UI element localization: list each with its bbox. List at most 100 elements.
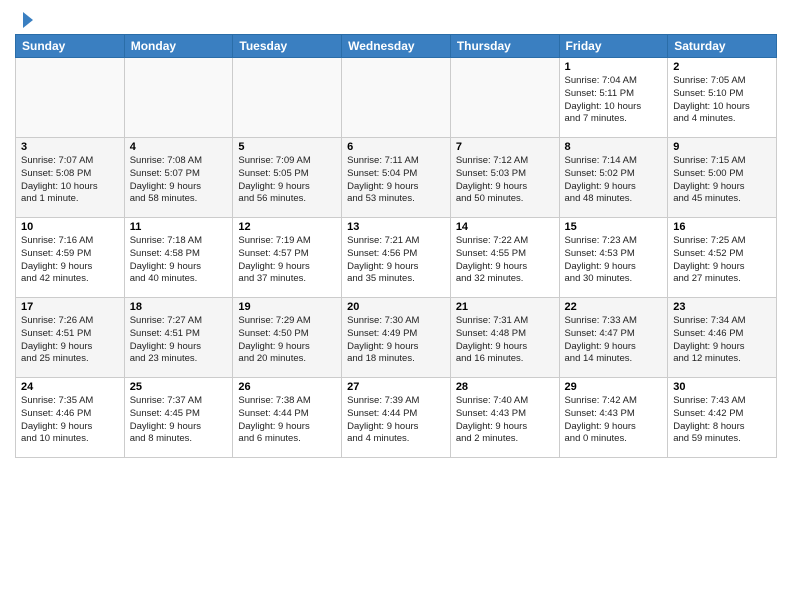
calendar-cell: 7 Sunrise: 7:12 AM Sunset: 5:03 PM Daylig… xyxy=(450,138,559,218)
day-info: Sunrise: 7:38 AM Sunset: 4:44 PM Dayligh… xyxy=(238,395,336,446)
calendar-week-row: 24 Sunrise: 7:35 AM Sunset: 4:46 PM Dayli… xyxy=(16,378,777,458)
calendar-cell: 14 Sunrise: 7:22 AM Sunset: 4:55 PM Dayli… xyxy=(450,218,559,298)
day-number: 3 xyxy=(21,141,119,153)
calendar-cell: 15Sunrise: 7:23 AM Sunset: 4:53 PM Dayli… xyxy=(559,218,668,298)
logo-triangle-icon xyxy=(15,10,35,30)
day-number: 10 xyxy=(21,221,119,233)
calendar-header-tuesday: Tuesday xyxy=(233,35,342,58)
day-number: 26 xyxy=(238,381,336,393)
day-number: 21 xyxy=(456,301,554,313)
calendar-cell: 21 Sunrise: 7:31 AM Sunset: 4:48 PM Dayli… xyxy=(450,298,559,378)
calendar-header-thursday: Thursday xyxy=(450,35,559,58)
calendar-cell xyxy=(16,58,125,138)
day-info: Sunrise: 7:26 AM Sunset: 4:51 PM Dayligh… xyxy=(21,315,119,366)
day-number: 23 xyxy=(673,301,771,313)
calendar-cell: 4 Sunrise: 7:08 AM Sunset: 5:07 PM Daylig… xyxy=(124,138,233,218)
day-number: 4 xyxy=(130,141,228,153)
calendar-week-row: 10 Sunrise: 7:16 AM Sunset: 4:59 PM Dayli… xyxy=(16,218,777,298)
calendar-week-row: 1Sunrise: 7:04 AM Sunset: 5:11 PM Daylig… xyxy=(16,58,777,138)
day-info: Sunrise: 7:08 AM Sunset: 5:07 PM Dayligh… xyxy=(130,155,228,206)
calendar-cell: 5 Sunrise: 7:09 AM Sunset: 5:05 PM Daylig… xyxy=(233,138,342,218)
day-number: 16 xyxy=(673,221,771,233)
day-info: Sunrise: 7:07 AM Sunset: 5:08 PM Dayligh… xyxy=(21,155,119,206)
day-info: Sunrise: 7:27 AM Sunset: 4:51 PM Dayligh… xyxy=(130,315,228,366)
calendar-header-monday: Monday xyxy=(124,35,233,58)
calendar-header-saturday: Saturday xyxy=(668,35,777,58)
calendar-header-wednesday: Wednesday xyxy=(342,35,451,58)
day-number: 11 xyxy=(130,221,228,233)
day-number: 2 xyxy=(673,61,771,73)
logo xyxy=(15,10,35,26)
day-info: Sunrise: 7:12 AM Sunset: 5:03 PM Dayligh… xyxy=(456,155,554,206)
calendar-header-row: SundayMondayTuesdayWednesdayThursdayFrid… xyxy=(16,35,777,58)
calendar-cell: 29 Sunrise: 7:42 AM Sunset: 4:43 PM Dayli… xyxy=(559,378,668,458)
day-number: 8 xyxy=(565,141,663,153)
calendar-cell: 1Sunrise: 7:04 AM Sunset: 5:11 PM Daylig… xyxy=(559,58,668,138)
day-info: Sunrise: 7:04 AM Sunset: 5:11 PM Dayligh… xyxy=(565,75,663,126)
day-number: 20 xyxy=(347,301,445,313)
calendar-cell: 26 Sunrise: 7:38 AM Sunset: 4:44 PM Dayli… xyxy=(233,378,342,458)
day-number: 19 xyxy=(238,301,336,313)
day-info: Sunrise: 7:14 AM Sunset: 5:02 PM Dayligh… xyxy=(565,155,663,206)
day-number: 13 xyxy=(347,221,445,233)
day-info: Sunrise: 7:22 AM Sunset: 4:55 PM Dayligh… xyxy=(456,235,554,286)
day-info: Sunrise: 7:42 AM Sunset: 4:43 PM Dayligh… xyxy=(565,395,663,446)
calendar-cell xyxy=(124,58,233,138)
day-info: Sunrise: 7:16 AM Sunset: 4:59 PM Dayligh… xyxy=(21,235,119,286)
calendar-cell: 16 Sunrise: 7:25 AM Sunset: 4:52 PM Dayli… xyxy=(668,218,777,298)
day-number: 5 xyxy=(238,141,336,153)
calendar-cell: 11 Sunrise: 7:18 AM Sunset: 4:58 PM Dayli… xyxy=(124,218,233,298)
calendar-cell: 13 Sunrise: 7:21 AM Sunset: 4:56 PM Dayli… xyxy=(342,218,451,298)
day-number: 14 xyxy=(456,221,554,233)
calendar-cell: 12 Sunrise: 7:19 AM Sunset: 4:57 PM Dayli… xyxy=(233,218,342,298)
day-info: Sunrise: 7:21 AM Sunset: 4:56 PM Dayligh… xyxy=(347,235,445,286)
calendar-week-row: 17 Sunrise: 7:26 AM Sunset: 4:51 PM Dayli… xyxy=(16,298,777,378)
day-number: 17 xyxy=(21,301,119,313)
day-number: 22 xyxy=(565,301,663,313)
calendar-cell: 23 Sunrise: 7:34 AM Sunset: 4:46 PM Dayli… xyxy=(668,298,777,378)
header xyxy=(15,10,777,26)
day-info: Sunrise: 7:35 AM Sunset: 4:46 PM Dayligh… xyxy=(21,395,119,446)
calendar-header-friday: Friday xyxy=(559,35,668,58)
day-number: 24 xyxy=(21,381,119,393)
day-info: Sunrise: 7:40 AM Sunset: 4:43 PM Dayligh… xyxy=(456,395,554,446)
day-number: 29 xyxy=(565,381,663,393)
day-info: Sunrise: 7:43 AM Sunset: 4:42 PM Dayligh… xyxy=(673,395,771,446)
calendar-cell xyxy=(342,58,451,138)
day-number: 9 xyxy=(673,141,771,153)
calendar-cell: 20 Sunrise: 7:30 AM Sunset: 4:49 PM Dayli… xyxy=(342,298,451,378)
calendar-cell: 6 Sunrise: 7:11 AM Sunset: 5:04 PM Daylig… xyxy=(342,138,451,218)
day-number: 27 xyxy=(347,381,445,393)
day-info: Sunrise: 7:39 AM Sunset: 4:44 PM Dayligh… xyxy=(347,395,445,446)
day-info: Sunrise: 7:30 AM Sunset: 4:49 PM Dayligh… xyxy=(347,315,445,366)
day-info: Sunrise: 7:33 AM Sunset: 4:47 PM Dayligh… xyxy=(565,315,663,366)
day-info: Sunrise: 7:23 AM Sunset: 4:53 PM Dayligh… xyxy=(565,235,663,286)
day-info: Sunrise: 7:29 AM Sunset: 4:50 PM Dayligh… xyxy=(238,315,336,366)
calendar-cell: 22 Sunrise: 7:33 AM Sunset: 4:47 PM Dayli… xyxy=(559,298,668,378)
calendar-cell xyxy=(450,58,559,138)
day-info: Sunrise: 7:11 AM Sunset: 5:04 PM Dayligh… xyxy=(347,155,445,206)
day-number: 12 xyxy=(238,221,336,233)
day-number: 18 xyxy=(130,301,228,313)
calendar-cell: 19 Sunrise: 7:29 AM Sunset: 4:50 PM Dayli… xyxy=(233,298,342,378)
day-info: Sunrise: 7:09 AM Sunset: 5:05 PM Dayligh… xyxy=(238,155,336,206)
calendar-cell: 9Sunrise: 7:15 AM Sunset: 5:00 PM Daylig… xyxy=(668,138,777,218)
day-number: 7 xyxy=(456,141,554,153)
calendar-cell: 3 Sunrise: 7:07 AM Sunset: 5:08 PM Daylig… xyxy=(16,138,125,218)
calendar-week-row: 3 Sunrise: 7:07 AM Sunset: 5:08 PM Daylig… xyxy=(16,138,777,218)
day-info: Sunrise: 7:34 AM Sunset: 4:46 PM Dayligh… xyxy=(673,315,771,366)
calendar-cell: 30Sunrise: 7:43 AM Sunset: 4:42 PM Dayli… xyxy=(668,378,777,458)
calendar-cell: 18 Sunrise: 7:27 AM Sunset: 4:51 PM Dayli… xyxy=(124,298,233,378)
day-number: 28 xyxy=(456,381,554,393)
calendar-cell xyxy=(233,58,342,138)
day-info: Sunrise: 7:05 AM Sunset: 5:10 PM Dayligh… xyxy=(673,75,771,126)
day-number: 25 xyxy=(130,381,228,393)
day-info: Sunrise: 7:31 AM Sunset: 4:48 PM Dayligh… xyxy=(456,315,554,366)
day-info: Sunrise: 7:18 AM Sunset: 4:58 PM Dayligh… xyxy=(130,235,228,286)
day-info: Sunrise: 7:19 AM Sunset: 4:57 PM Dayligh… xyxy=(238,235,336,286)
page: SundayMondayTuesdayWednesdayThursdayFrid… xyxy=(0,0,792,612)
calendar-cell: 25Sunrise: 7:37 AM Sunset: 4:45 PM Dayli… xyxy=(124,378,233,458)
day-number: 6 xyxy=(347,141,445,153)
calendar-cell: 24 Sunrise: 7:35 AM Sunset: 4:46 PM Dayli… xyxy=(16,378,125,458)
day-info: Sunrise: 7:25 AM Sunset: 4:52 PM Dayligh… xyxy=(673,235,771,286)
